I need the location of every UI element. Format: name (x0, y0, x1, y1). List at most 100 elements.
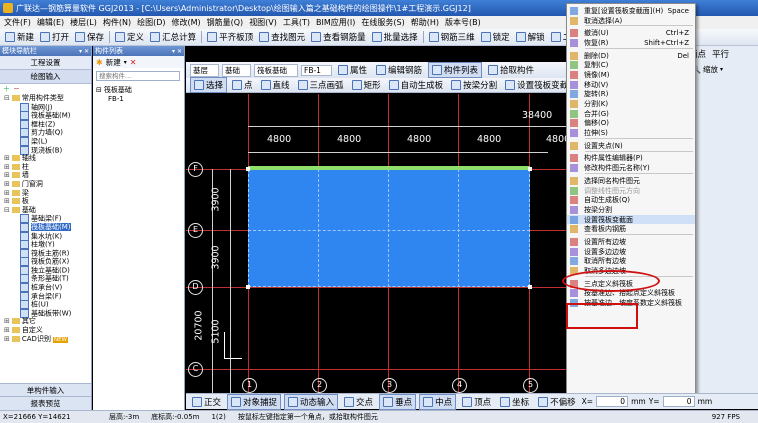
toolbar-button-8[interactable]: 批量选择 (369, 30, 421, 44)
nav-tree-item[interactable]: ⊞ 其它 (2, 317, 91, 326)
nav-tree-item[interactable]: 筏板负筋(X) (2, 257, 91, 267)
menu-12[interactable]: 版本号(B) (445, 17, 481, 28)
category-select[interactable]: 筏板基础 (254, 63, 298, 77)
expand-icon[interactable]: ⊞ (4, 180, 10, 188)
nav-tree-item[interactable]: ⊞ 轴线 (2, 154, 91, 163)
context-menu-item-19[interactable]: 修改构件图元名称(Y) (567, 163, 695, 173)
delete-icon[interactable]: ✕ (130, 58, 137, 67)
context-menu-item-6[interactable]: 删除(D) Del (567, 51, 695, 61)
menu-4[interactable]: 绘图(D) (137, 17, 165, 28)
menu-9[interactable]: BIM应用(I) (316, 17, 355, 28)
snap-toggle-4[interactable]: 垂点 (379, 393, 417, 410)
nav-tree-item[interactable]: 筏板主筋(R) (2, 248, 91, 258)
nav-tree-item[interactable]: 条形基础(T) (2, 274, 91, 284)
toolbar-button-9[interactable]: 钢筋三维 (426, 30, 478, 44)
component-search-input[interactable] (96, 71, 180, 81)
draw-tool-0[interactable]: 选择 (190, 77, 228, 93)
context-menu-item-22[interactable]: 调整线性图元方向 (567, 186, 695, 196)
nav-tree-item[interactable]: 筏板基础(M) (2, 222, 91, 232)
snap-toggle-7[interactable]: 坐标 (497, 395, 532, 409)
expand-icon[interactable]: ⊞ (4, 335, 10, 343)
layer-button-2[interactable]: 构件列表 (427, 62, 482, 78)
expand-icon[interactable]: ⊞ (4, 189, 10, 197)
nav-tree-item[interactable]: ⊟ 常用构件类型 (2, 94, 91, 103)
context-menu-item-21[interactable]: 选择同名构件图元 (567, 176, 695, 186)
context-menu-item-23[interactable]: 自动生成板(Q) (567, 195, 695, 205)
nav-tree-item[interactable]: 桩承台(V) (2, 283, 91, 293)
nav-tree-item[interactable]: 筏板基础(M) (2, 111, 91, 121)
context-menu-item-8[interactable]: 镜像(M) (567, 70, 695, 80)
expand-icon[interactable]: ⊞ (4, 197, 10, 205)
nav-tree-item[interactable]: ⊞ CAD识别 NEW (2, 335, 91, 344)
menu-7[interactable]: 视图(V) (249, 17, 277, 28)
snap-toggle-3[interactable]: 交点 (341, 395, 376, 409)
expand-icon[interactable]: ⊞ (4, 163, 10, 171)
nav-tab-project-settings[interactable]: 工程设置 (0, 56, 91, 70)
snap-toggle-1[interactable]: 对象捕捉 (227, 393, 282, 410)
draw-tool-1[interactable]: 点 (229, 78, 256, 92)
snap-toggle-0[interactable]: 正交 (189, 395, 224, 409)
context-menu-item-1[interactable]: 取消选择(A) (567, 16, 695, 26)
nav-tree-item[interactable]: ⊟ 基础 (2, 206, 91, 215)
context-menu-item-10[interactable]: 旋转(R) (567, 90, 695, 100)
pin-icon[interactable]: ▾ ✕ (79, 48, 89, 55)
add-icon[interactable]: ＋ (3, 84, 10, 94)
zoom-control[interactable]: 🔍 缩放 ▾ (687, 62, 758, 76)
toolbar-button-0[interactable]: 新建 (2, 30, 37, 44)
component-select[interactable]: FB-1 (301, 64, 332, 76)
context-menu-item-30[interactable]: 取消所有边坡 (567, 257, 695, 267)
context-menu-item-4[interactable]: 恢复(R) Shift+Ctrl+Z (567, 38, 695, 48)
menu-6[interactable]: 钢筋量(Q) (207, 17, 244, 28)
grip-point[interactable] (246, 167, 250, 171)
context-menu-item-7[interactable]: 复制(C) (567, 60, 695, 70)
x-offset-input[interactable]: 0 (596, 396, 629, 407)
nav-tab-report-preview[interactable]: 报表预览 (0, 396, 91, 411)
context-menu-item-29[interactable]: 设置多边边坡 (567, 247, 695, 257)
toolbar-button-7[interactable]: 查看钢筋量 (308, 30, 369, 44)
nav-tree-item[interactable]: 承台梁(F) (2, 291, 91, 301)
component-tree-item[interactable]: ⊟ 筏板基础 (96, 86, 182, 95)
type-select[interactable]: 基础 (222, 63, 251, 77)
y-offset-input[interactable]: 0 (662, 396, 695, 407)
toolbar-button-1[interactable]: 打开 (37, 30, 72, 44)
toolbar-button-10[interactable]: 锁定 (478, 30, 513, 44)
nav-tab-single-input[interactable]: 单构件输入 (0, 383, 91, 397)
expand-icon[interactable]: ⊞ (4, 154, 10, 162)
nav-tree-item[interactable]: 轴网(J) (2, 102, 91, 112)
menu-3[interactable]: 构件(N) (103, 17, 131, 28)
nav-tree-item[interactable]: 现浇板(B) (2, 145, 91, 155)
nav-tab-drawing-input[interactable]: 绘图输入 (0, 70, 91, 84)
remove-icon[interactable]: － (13, 84, 20, 94)
nav-tree-item[interactable]: ⊞ 门窗洞 (2, 180, 91, 189)
floor-select[interactable]: 基层 (190, 63, 219, 77)
draw-tool-6[interactable]: 按梁分割 (448, 78, 500, 92)
nav-tree-item[interactable]: 基础板带(W) (2, 308, 91, 318)
menu-8[interactable]: 工具(T) (283, 17, 310, 28)
expand-icon[interactable]: ⊞ (4, 317, 10, 325)
collapse-icon[interactable]: ⊟ (4, 206, 10, 214)
context-menu-item-13[interactable]: 偏移(O) (567, 119, 695, 129)
snap-toggle-2[interactable]: 动态输入 (284, 393, 339, 410)
context-menu-item-12[interactable]: 合并(G) (567, 109, 695, 119)
expand-icon[interactable]: ⊞ (4, 171, 10, 179)
context-menu-item-16[interactable]: 设置夹点(N) (567, 141, 695, 151)
context-menu-item-9[interactable]: 移动(V) (567, 80, 695, 90)
dropdown-icon[interactable]: ▾ (124, 59, 127, 66)
expand-icon[interactable]: ⊞ (4, 326, 10, 334)
collapse-icon[interactable]: ⊟ (96, 86, 102, 94)
nav-tree-item[interactable]: 基础梁(F) (2, 214, 91, 224)
aux-axis-button-1[interactable]: 平行 (709, 47, 732, 61)
toolbar-button-3[interactable]: 定义 (112, 30, 147, 44)
menu-11[interactable]: 帮助(H) (411, 17, 439, 28)
nav-tree-item[interactable]: 梁(L) (2, 136, 91, 146)
context-menu-item-26[interactable]: 查看板内钢筋 (567, 224, 695, 234)
snap-toggle-6[interactable]: 顶点 (459, 395, 494, 409)
context-menu-item-25[interactable]: 设置筏板变截面 (567, 214, 695, 225)
layer-button-0[interactable]: 属性 (335, 63, 370, 77)
menu-10[interactable]: 在线服务(S) (361, 17, 404, 28)
toolbar-button-6[interactable]: 查找图元 (256, 30, 308, 44)
panel-close-icon[interactable]: ▾ ✕ (172, 48, 182, 55)
menu-1[interactable]: 编辑(E) (37, 17, 64, 28)
context-menu-item-18[interactable]: 构件属性编辑器(P) (567, 154, 695, 164)
layer-button-1[interactable]: 编辑钢筋 (373, 63, 425, 77)
